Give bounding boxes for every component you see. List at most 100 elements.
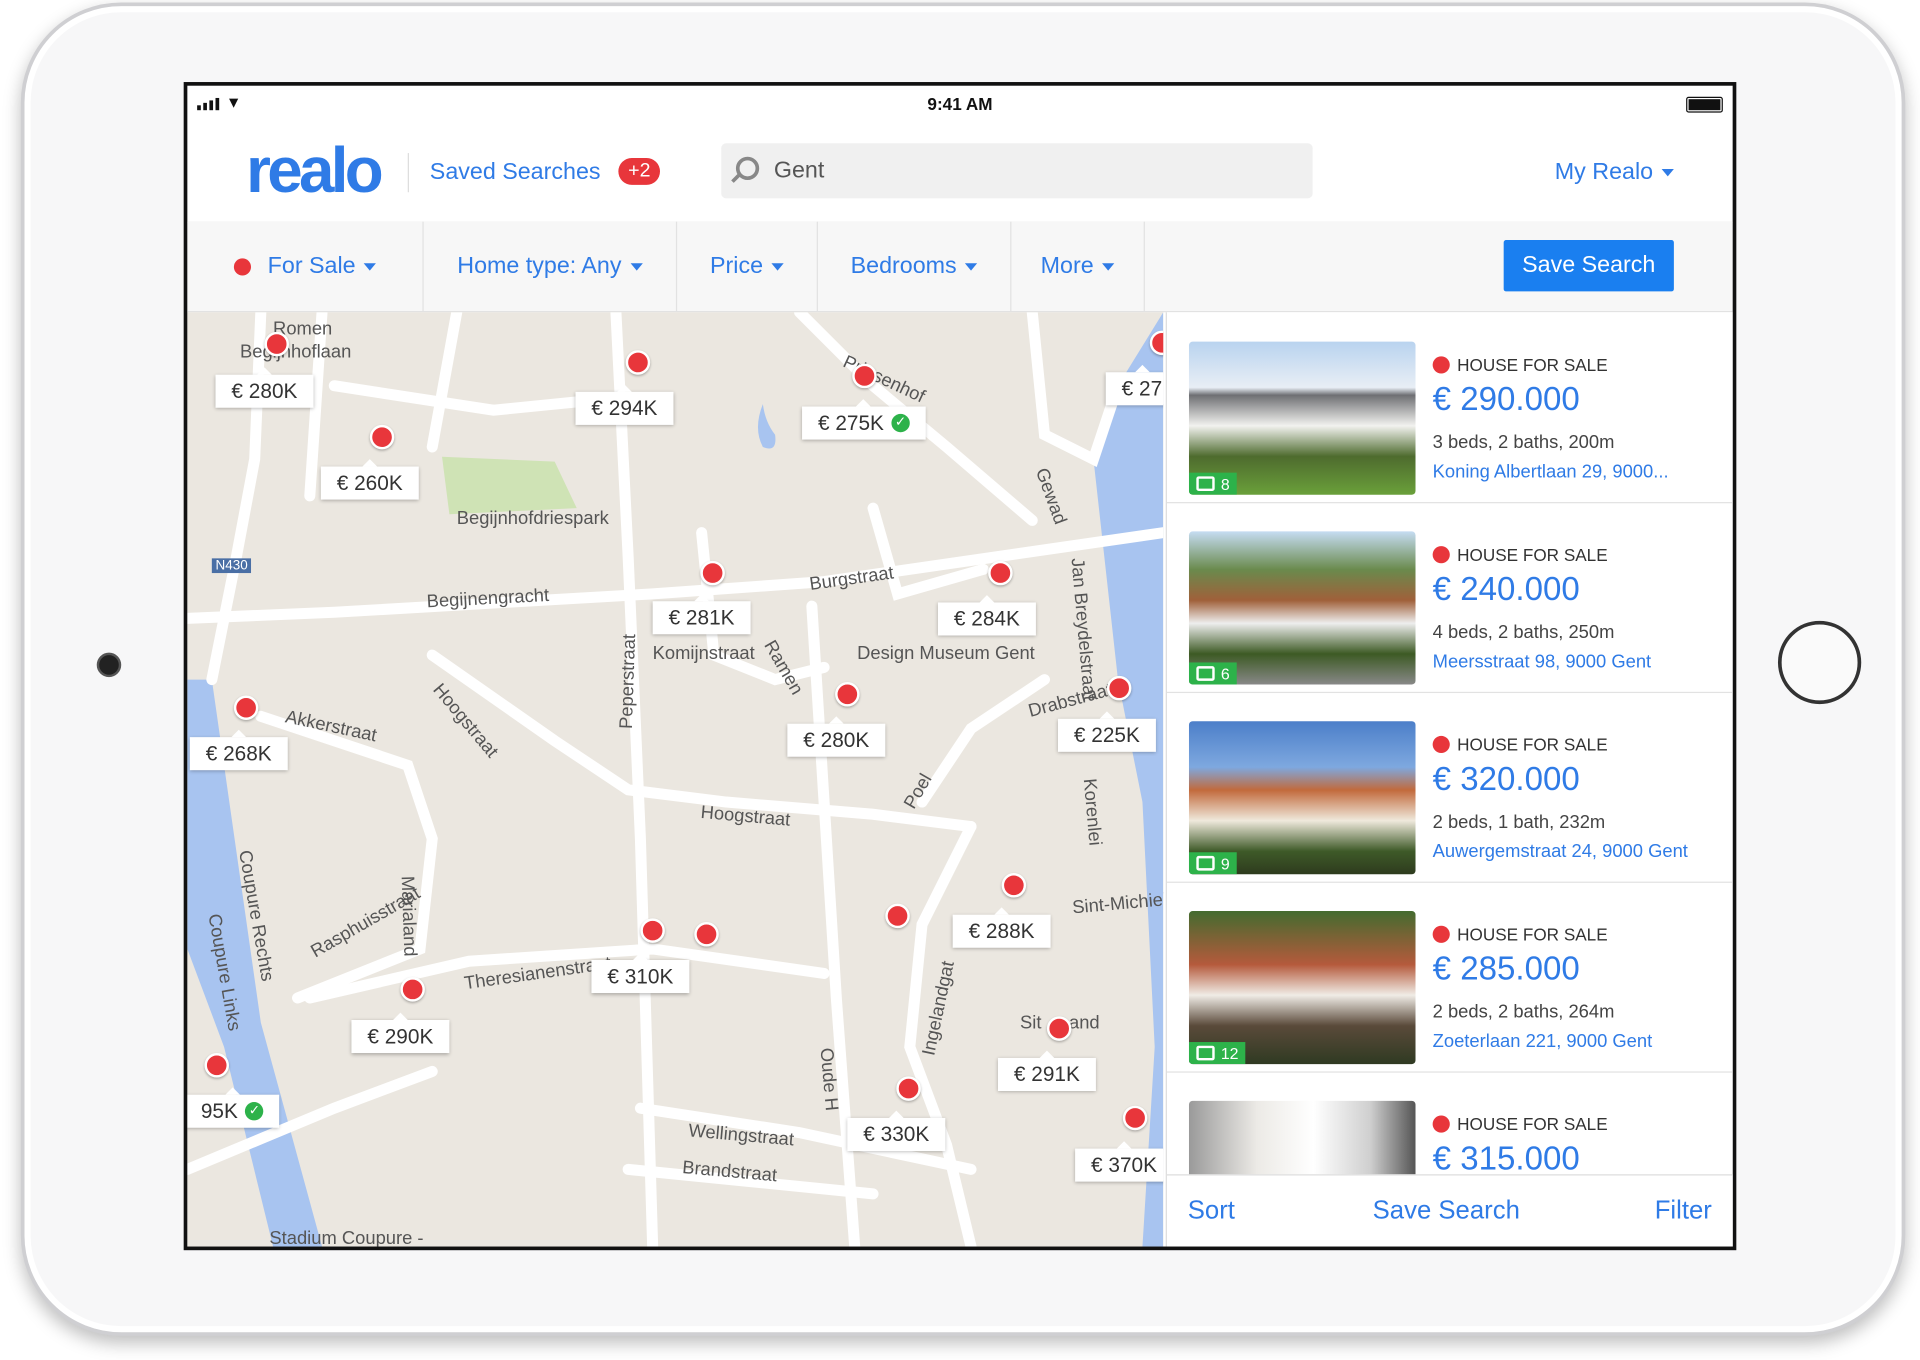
map-pin[interactable] <box>988 560 1013 586</box>
map-pin[interactable] <box>1046 1016 1072 1041</box>
bedrooms-dropdown[interactable]: Bedrooms <box>818 221 1012 312</box>
street-label: Sit <box>1020 1012 1042 1034</box>
marker-price: € 294K <box>591 396 658 420</box>
listing-address[interactable]: Auwergemstraat 24, 9000 Gent <box>1433 841 1688 862</box>
map-pin[interactable] <box>233 695 259 721</box>
map-pin[interactable] <box>640 918 665 943</box>
map-pin[interactable] <box>885 903 910 929</box>
for-sale-dropdown[interactable]: For Sale <box>187 221 424 312</box>
map-pin[interactable] <box>1001 873 1027 898</box>
street-label: Komijnstraat <box>652 642 755 664</box>
for-sale-dot-icon <box>1432 546 1450 564</box>
marker-price: € 225K <box>1073 723 1140 747</box>
map-pin[interactable] <box>896 1076 921 1101</box>
my-realo-label: My Realo <box>1554 159 1654 185</box>
price-marker-label[interactable]: 95K ✓ <box>187 1087 280 1128</box>
listing-item[interactable]: 8 HOUSE FOR SALE € 290.000 3 beds, 2 baths,… <box>1166 312 1733 504</box>
sort-button[interactable]: Sort <box>1188 1196 1235 1225</box>
map-pin[interactable] <box>1106 675 1132 701</box>
for-sale-label: For Sale <box>267 252 356 279</box>
home-type-dropdown[interactable]: Home type: Any <box>424 221 678 312</box>
map-pin[interactable] <box>204 1053 229 1078</box>
map-pin[interactable] <box>369 424 395 450</box>
header: realo Saved Searches +2 Gent My Realo <box>187 120 1733 223</box>
listing-photo[interactable]: 8 <box>1188 341 1416 495</box>
price-marker-label[interactable]: € 370K <box>1075 1141 1164 1182</box>
listing-panel[interactable]: HOUSE FOR SALE € 315.000 12 HOUSE FOR SALE €… <box>1165 312 1733 1247</box>
camera-icon <box>1196 1045 1215 1061</box>
photo-count: 9 <box>1220 854 1230 873</box>
listing-type: HOUSE FOR SALE <box>1432 924 1608 945</box>
camera-icon <box>1196 855 1215 871</box>
listing-address[interactable]: Koning Albertlaan 29, 9000... <box>1433 462 1669 483</box>
home-button[interactable] <box>1777 620 1862 705</box>
listing-price: € 320.000 <box>1432 760 1580 798</box>
marker-price: € 370K <box>1091 1152 1158 1177</box>
listing-photo[interactable]: 9 <box>1188 721 1416 875</box>
price-marker-label[interactable]: € 288K <box>952 907 1051 948</box>
photo-count-badge: 8 <box>1188 472 1238 495</box>
search-icon <box>735 156 760 181</box>
photo-count-badge: 9 <box>1188 852 1238 875</box>
photo-count-badge: 6 <box>1188 662 1238 685</box>
listing-price: € 240.000 <box>1432 570 1580 608</box>
price-marker-label[interactable]: € 260K <box>320 459 419 500</box>
map-pin[interactable] <box>835 682 860 707</box>
price-marker-label[interactable]: € 291K <box>997 1050 1096 1092</box>
marker-price: € 280K <box>231 378 298 403</box>
pond <box>757 404 776 449</box>
save-search-button[interactable]: Save Search <box>1503 240 1674 292</box>
price-marker-label[interactable]: € 268K <box>189 729 288 771</box>
price-marker-label[interactable]: € 27 <box>1105 364 1164 406</box>
map-pin[interactable] <box>400 977 425 1002</box>
map-pin[interactable] <box>625 350 651 375</box>
price-marker-label[interactable]: € 280K <box>215 367 314 408</box>
my-realo-menu[interactable]: My Realo <box>1555 159 1674 186</box>
price-marker-label[interactable]: € 290K <box>351 1012 450 1054</box>
listing-photo[interactable]: 6 <box>1188 531 1416 685</box>
more-dropdown[interactable]: More <box>1011 221 1145 312</box>
price-marker-label[interactable]: € 310K <box>591 952 690 994</box>
chevron-down-icon <box>364 262 377 271</box>
price-dropdown[interactable]: Price <box>677 221 818 312</box>
price-marker-label[interactable]: € 284K <box>937 595 1036 636</box>
saved-searches-link[interactable]: Saved Searches <box>430 159 601 186</box>
street-label: and <box>1068 1012 1100 1034</box>
photo-count: 8 <box>1220 474 1230 493</box>
price-marker-label[interactable]: € 225K <box>1057 711 1156 752</box>
listing-item[interactable]: 9 HOUSE FOR SALE € 320.000 2 beds, 1 bath, … <box>1166 692 1733 883</box>
search-input[interactable]: Gent <box>721 143 1313 199</box>
listing-type: HOUSE FOR SALE <box>1432 734 1608 755</box>
bottom-action-bar: Sort Save Search Filter <box>1166 1174 1733 1247</box>
price-marker-label[interactable]: € 280K <box>787 716 886 757</box>
map-pin[interactable] <box>1122 1105 1148 1131</box>
listing-address[interactable]: Meersstraat 98, 9000 Gent <box>1433 651 1651 672</box>
map-pin[interactable] <box>694 922 719 947</box>
for-sale-dot-icon <box>233 257 251 275</box>
price-marker-label[interactable]: € 275K ✓ <box>802 399 926 440</box>
for-sale-dot-icon <box>1432 925 1450 943</box>
listing-specs: 3 beds, 2 baths, 200m <box>1432 432 1615 454</box>
listing-type-label: HOUSE FOR SALE <box>1457 734 1608 755</box>
realo-logo[interactable]: realo <box>246 135 384 208</box>
photo-count-badge: 12 <box>1188 1042 1246 1065</box>
chevron-down-icon <box>771 262 784 271</box>
price-marker-label[interactable]: € 294K <box>575 384 674 425</box>
camera-icon <box>1196 476 1215 492</box>
street-label: Peperstraat <box>615 633 641 730</box>
listing-photo[interactable]: 12 <box>1188 911 1416 1065</box>
map-pin[interactable] <box>852 363 877 389</box>
price-marker-label[interactable]: € 281K <box>652 593 751 635</box>
listing-item[interactable]: 12 HOUSE FOR SALE € 285.000 2 beds, 2 baths… <box>1166 882 1733 1073</box>
listing-type-label: HOUSE FOR SALE <box>1457 924 1608 945</box>
for-sale-dot-icon <box>1432 1115 1450 1133</box>
listing-item[interactable]: 6 HOUSE FOR SALE € 240.000 4 beds, 2 baths,… <box>1166 502 1733 694</box>
filter-button[interactable]: Filter <box>1655 1196 1712 1225</box>
price-marker-label[interactable]: € 330K <box>847 1110 946 1152</box>
save-search-bottom-button[interactable]: Save Search <box>1373 1196 1520 1225</box>
map[interactable]: Romen Begijnhoflaan Begijnhofdriespark Begi… <box>187 312 1164 1247</box>
battery-icon <box>1686 96 1723 113</box>
map-pin[interactable] <box>700 560 725 586</box>
map-pin[interactable] <box>264 331 289 357</box>
listing-address[interactable]: Zoeterlaan 221, 9000 Gent <box>1433 1031 1653 1052</box>
